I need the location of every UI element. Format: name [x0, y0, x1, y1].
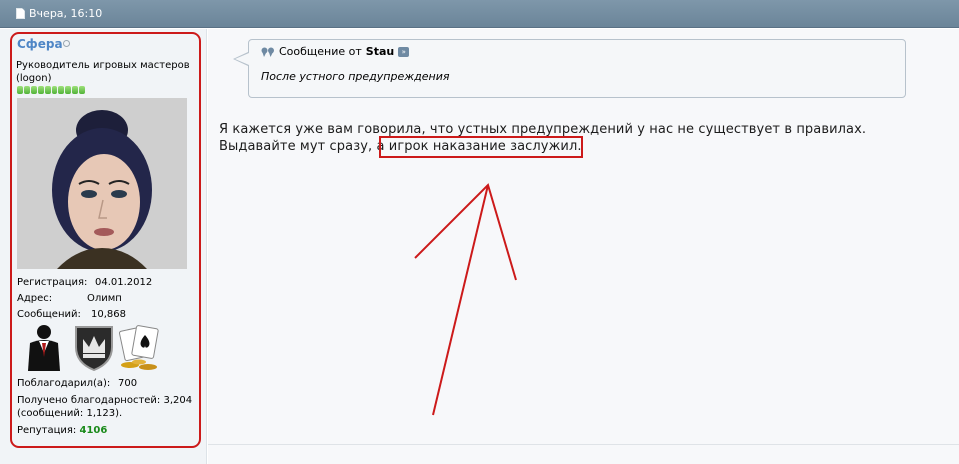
- annotation-arrow: [414, 183, 517, 416]
